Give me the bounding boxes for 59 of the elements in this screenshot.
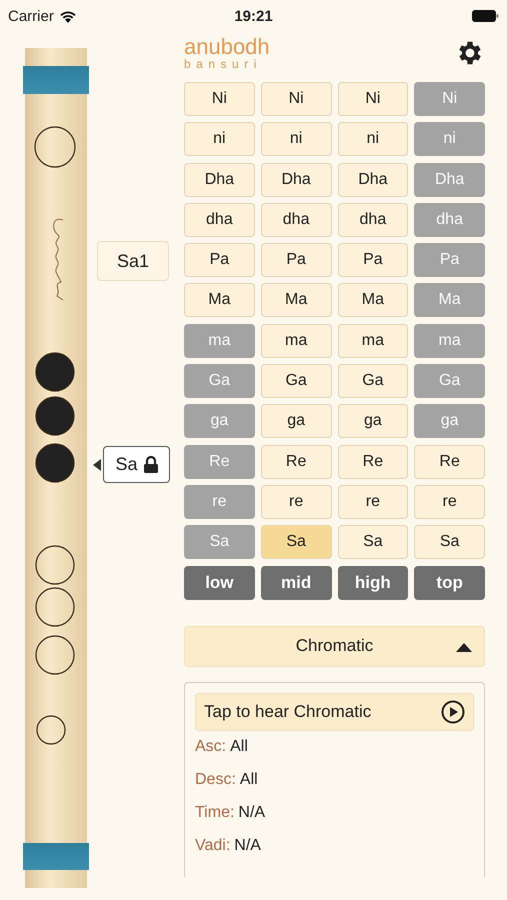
note-button[interactable]: Ni (184, 82, 255, 116)
octave-button[interactable]: mid (260, 566, 332, 600)
note-button[interactable]: re (260, 484, 332, 519)
carrier-label: Carrier (8, 8, 54, 24)
note-button[interactable]: ni (338, 122, 408, 156)
note-button[interactable]: ma (338, 324, 408, 358)
battery-icon (472, 10, 499, 22)
caret-icon (456, 642, 472, 652)
note-button[interactable]: Ma (260, 283, 332, 318)
note-button[interactable]: Re (338, 444, 408, 479)
info-label: Desc: (195, 771, 236, 790)
info-label: Time: (195, 804, 234, 822)
note-button[interactable]: Ga (338, 364, 408, 398)
note-button[interactable]: ni (260, 122, 332, 156)
note-button[interactable]: dha (260, 202, 332, 237)
note-button[interactable]: ga (338, 404, 408, 438)
note-button[interactable]: ma (260, 324, 332, 358)
note-button[interactable]: Sa (338, 525, 408, 560)
note-button[interactable]: Ga (260, 364, 332, 398)
note-button[interactable]: Ni (338, 82, 408, 116)
logo-text: anubodh (184, 36, 270, 58)
note-button[interactable]: dha (338, 202, 408, 237)
octave-button[interactable]: top (414, 566, 485, 600)
info-value: All (240, 771, 258, 790)
info-value: All (230, 738, 248, 756)
note-button[interactable]: Sa (260, 525, 332, 560)
info-value: N/A (238, 804, 266, 822)
status-time: 19:21 (234, 8, 273, 24)
note-button[interactable]: re (338, 484, 408, 519)
info-value: N/A (234, 837, 261, 856)
note-button[interactable]: Dha (338, 162, 408, 197)
play-button[interactable]: Tap to hear Chromatic (195, 692, 474, 731)
wifi-icon (58, 10, 77, 22)
note-tag: Sa1 (97, 241, 169, 281)
logo-subtext: bansuri (184, 58, 263, 70)
note-button[interactable]: Ni (260, 82, 332, 116)
note-button[interactable]: Re (414, 444, 485, 479)
note-button[interactable]: Pa (338, 243, 408, 278)
note-button[interactable]: Dha (260, 162, 332, 197)
note-button[interactable]: dha (184, 202, 255, 237)
note-button[interactable]: Ma (338, 283, 408, 318)
signature-icon (53, 218, 64, 300)
info-label: Asc: (195, 738, 226, 756)
scale-dropdown[interactable]: Chromatic (184, 626, 485, 667)
octave-button[interactable]: low (184, 566, 255, 600)
note-button[interactable]: re (414, 484, 485, 519)
pointer-icon (93, 459, 101, 471)
note-button[interactable]: Sa (414, 525, 485, 560)
note-button[interactable]: ni (184, 122, 255, 156)
note-button[interactable]: Dha (184, 162, 255, 197)
current-note-label: Sa (115, 454, 138, 475)
note-button[interactable]: Ma (184, 283, 255, 318)
info-label: Vadi: (195, 837, 230, 856)
note-button[interactable]: Pa (260, 243, 332, 278)
note-button[interactable]: Re (260, 444, 332, 479)
play-icon (441, 700, 465, 724)
note-button[interactable]: Pa (184, 243, 255, 278)
note-button[interactable]: ga (260, 404, 332, 438)
octave-button[interactable]: high (338, 566, 408, 600)
